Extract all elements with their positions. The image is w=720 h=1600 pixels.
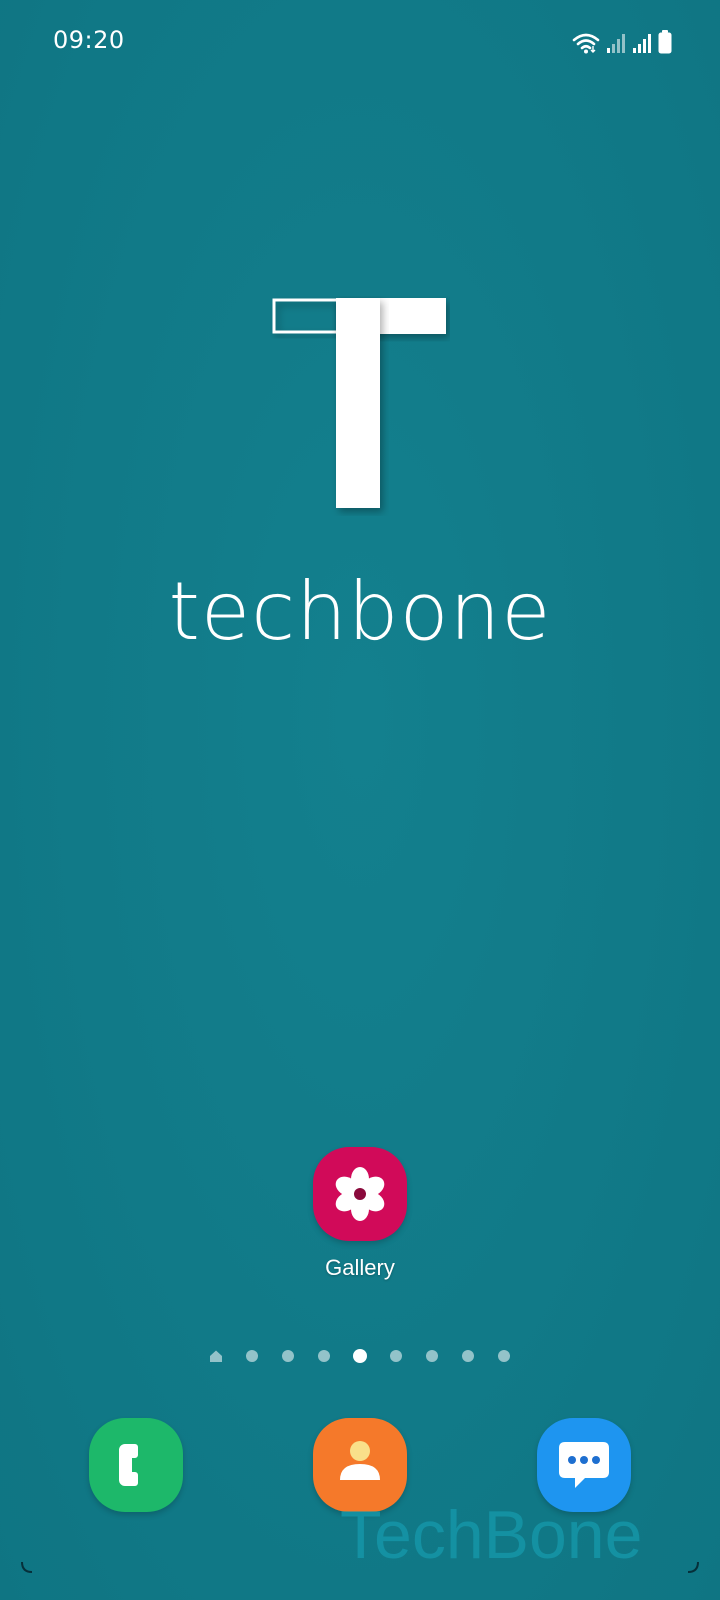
status-bar: 09:20: [0, 0, 720, 84]
phone-icon: [119, 1444, 138, 1486]
page-dot[interactable]: [426, 1350, 438, 1362]
corner-marker: [687, 1561, 699, 1573]
techbone-logo-icon: [272, 298, 446, 508]
techbone-watermark: TechBone: [340, 1497, 643, 1573]
gallery-icon[interactable]: [313, 1147, 407, 1241]
page-indicator: [0, 1346, 720, 1366]
corner-marker: [21, 1561, 33, 1573]
dock-phone-button[interactable]: [89, 1418, 183, 1512]
wallpaper-brand-text: techbone: [168, 565, 552, 658]
status-icons: [572, 28, 672, 54]
app-gallery[interactable]: Gallery: [290, 1147, 430, 1281]
signal-1-icon: [607, 34, 625, 53]
page-dot[interactable]: [318, 1350, 330, 1362]
wifi-icon: [572, 33, 600, 54]
battery-icon: [658, 30, 672, 54]
home-screen: 09:20 techbone Gallery TechBone: [0, 0, 720, 1600]
page-dot[interactable]: [246, 1350, 258, 1362]
page-dot-active[interactable]: [353, 1349, 367, 1363]
signal-2-icon: [633, 34, 651, 53]
page-dot[interactable]: [282, 1350, 294, 1362]
page-dot[interactable]: [498, 1350, 510, 1362]
app-label-gallery: Gallery: [325, 1255, 395, 1280]
home-page-indicator-icon[interactable]: [209, 1349, 223, 1363]
gallery-flower-icon: [335, 1167, 385, 1221]
page-dot[interactable]: [462, 1350, 474, 1362]
page-dot[interactable]: [390, 1350, 402, 1362]
status-time: 09:20: [53, 26, 125, 54]
